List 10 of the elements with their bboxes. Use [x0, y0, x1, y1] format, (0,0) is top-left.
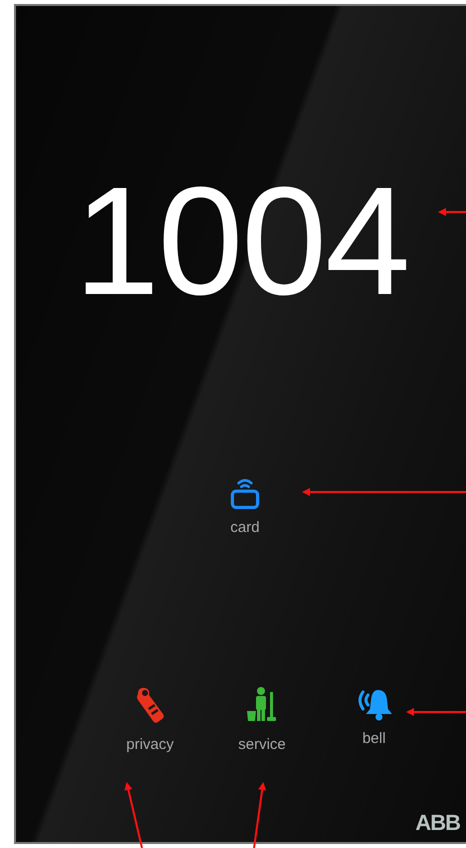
- indicator-label: bell: [362, 730, 386, 747]
- indicator-label: card: [230, 519, 260, 536]
- annotation-arrow: [124, 782, 143, 848]
- room-number: 1004: [74, 164, 409, 318]
- indicator-label: service: [238, 736, 286, 753]
- annotation-arrow: [438, 208, 466, 216]
- annotation-arrow: [253, 782, 266, 848]
- brand-logo: ABB: [415, 810, 460, 836]
- indicator-label: privacy: [126, 736, 174, 753]
- annotation-arrow: [406, 708, 466, 716]
